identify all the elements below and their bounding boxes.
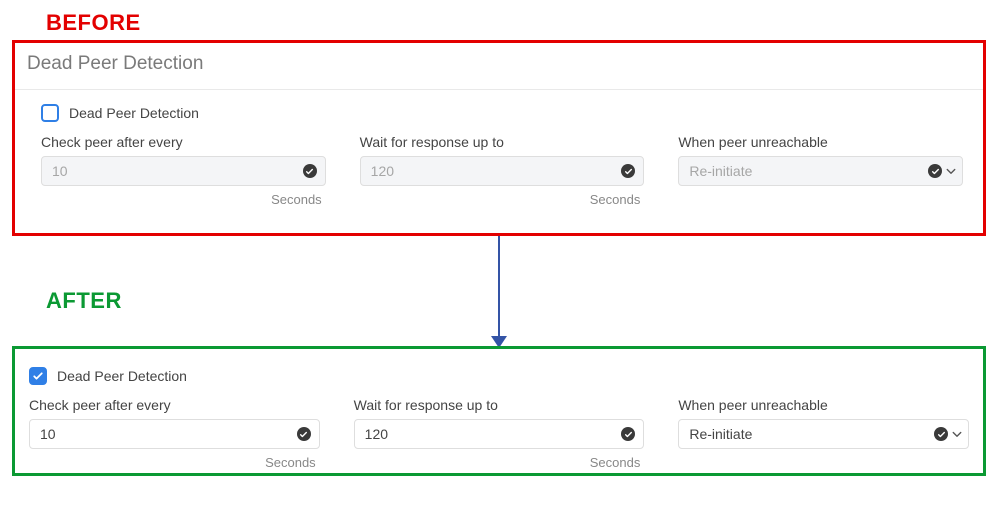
when-unreachable-select[interactable]: Re-initiate xyxy=(678,156,963,186)
wait-response-label: Wait for response up to xyxy=(354,397,645,413)
dpd-checkbox-label: Dead Peer Detection xyxy=(57,368,187,384)
check-peer-unit: Seconds xyxy=(41,186,326,207)
section-title: Dead Peer Detection xyxy=(15,43,983,90)
dpd-checkbox[interactable] xyxy=(29,367,47,385)
when-unreachable-select[interactable]: Re-initiate xyxy=(678,419,969,449)
wait-response-label: Wait for response up to xyxy=(360,134,645,150)
select-indicator xyxy=(934,427,963,441)
check-peer-label: Check peer after every xyxy=(41,134,326,150)
before-panel: Dead Peer Detection Dead Peer Detection … xyxy=(12,40,986,236)
valid-check-icon xyxy=(303,164,317,178)
valid-check-icon xyxy=(621,427,635,441)
before-heading: BEFORE xyxy=(46,10,141,36)
valid-check-icon xyxy=(297,427,311,441)
fields-row: Check peer after every Seconds Wait for … xyxy=(15,128,983,207)
wait-response-input[interactable] xyxy=(354,419,645,449)
check-peer-field: Check peer after every Seconds xyxy=(41,134,326,207)
select-indicator xyxy=(928,164,957,178)
wait-response-unit: Seconds xyxy=(360,186,645,207)
check-peer-input[interactable] xyxy=(29,419,320,449)
when-unreachable-value: Re-initiate xyxy=(689,426,752,442)
valid-check-icon xyxy=(928,164,942,178)
wait-response-field: Wait for response up to Seconds xyxy=(360,134,645,207)
after-panel: Dead Peer Detection Check peer after eve… xyxy=(12,346,986,476)
check-peer-label: Check peer after every xyxy=(29,397,320,413)
dpd-checkbox[interactable] xyxy=(41,104,59,122)
when-unreachable-field: When peer unreachable Re-initiate xyxy=(678,397,969,470)
dpd-toggle-row: Dead Peer Detection xyxy=(15,349,983,391)
wait-response-field: Wait for response up to Seconds xyxy=(354,397,645,470)
chevron-down-icon xyxy=(945,165,957,177)
chevron-down-icon xyxy=(951,428,963,440)
check-peer-unit: Seconds xyxy=(29,449,320,470)
check-icon xyxy=(32,370,44,382)
after-heading: AFTER xyxy=(46,288,122,314)
valid-check-icon xyxy=(621,164,635,178)
check-peer-input[interactable] xyxy=(41,156,326,186)
wait-response-input[interactable] xyxy=(360,156,645,186)
when-unreachable-label: When peer unreachable xyxy=(678,397,969,413)
when-unreachable-label: When peer unreachable xyxy=(678,134,963,150)
valid-check-icon xyxy=(934,427,948,441)
check-peer-field: Check peer after every Seconds xyxy=(29,397,320,470)
dpd-toggle-row: Dead Peer Detection xyxy=(15,90,983,128)
fields-row: Check peer after every Seconds Wait for … xyxy=(15,391,983,470)
when-unreachable-value: Re-initiate xyxy=(689,163,752,179)
wait-response-unit: Seconds xyxy=(354,449,645,470)
when-unreachable-field: When peer unreachable Re-initiate xyxy=(678,134,963,207)
dpd-checkbox-label: Dead Peer Detection xyxy=(69,105,199,121)
connector-arrow-line xyxy=(498,236,500,344)
